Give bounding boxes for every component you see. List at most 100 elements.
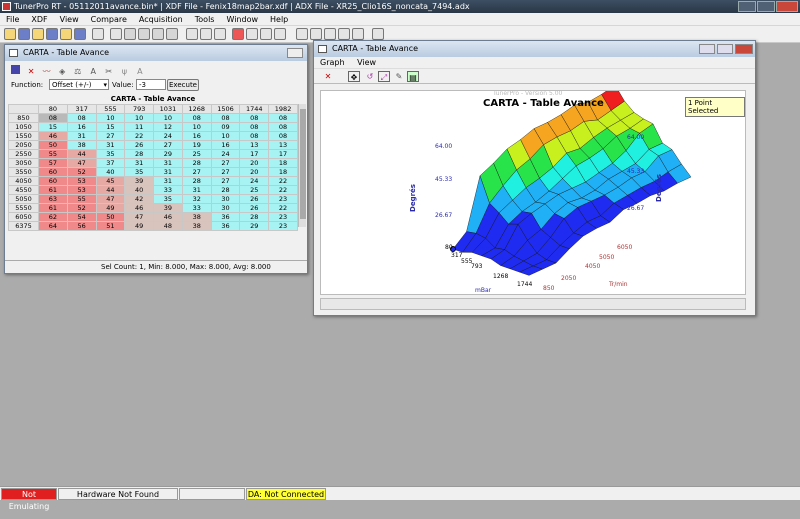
table-cell[interactable]: 52 [66,203,97,213]
zoom-icon[interactable]: ⤢ [378,71,390,82]
smooth-icon[interactable]: ψ [120,67,129,76]
table-cell[interactable]: 36 [210,221,241,231]
table-cell[interactable]: 17 [239,149,270,159]
table-cell[interactable]: 47 [95,194,126,204]
table-cell[interactable]: 55 [66,194,97,204]
table-cell[interactable]: 08 [239,113,270,123]
table-cell[interactable]: 35 [95,149,126,159]
scale-icon[interactable]: A [89,67,98,76]
table-cell[interactable]: 23 [268,194,298,204]
table-scrollbar[interactable] [298,104,306,227]
table-cell[interactable]: 49 [95,203,126,213]
table-cell[interactable]: 46 [124,203,155,213]
edit-point-icon[interactable]: ✎ [393,71,405,82]
menu-window[interactable]: Window [220,13,264,26]
menu-graph[interactable]: Graph [320,58,345,67]
menu-help[interactable]: Help [264,13,294,26]
table-cell[interactable]: 15 [38,122,68,132]
stop-icon[interactable] [324,28,336,40]
graph-2d-icon[interactable]: 〰 [42,67,51,76]
table-cell[interactable]: 35 [153,194,183,204]
menu-view[interactable]: View [54,13,85,26]
table-cell[interactable]: 24 [153,131,183,141]
table-cell[interactable]: 08 [210,113,241,123]
table-cell[interactable]: 60 [38,167,68,177]
row-header[interactable]: 6050 [8,212,39,222]
table-cell[interactable]: 31 [124,158,155,168]
table-cell[interactable]: 24 [210,149,241,159]
row-header[interactable]: 4050 [8,176,39,186]
column-header[interactable]: 793 [124,104,155,114]
nav-right-icon[interactable] [166,28,178,40]
edit-icon[interactable] [92,28,104,40]
save-icon[interactable] [18,28,30,40]
table-cell[interactable]: 31 [153,176,183,186]
table-cell[interactable]: 17 [268,149,298,159]
table-cell[interactable]: 15 [95,122,126,132]
minimize-button[interactable] [738,1,756,12]
graph-window-titlebar[interactable]: CARTA - Table Avance [314,41,755,57]
grid-toggle-icon[interactable]: ▤ [407,71,419,82]
table-cell[interactable]: 38 [181,221,212,231]
menu-acquisition[interactable]: Acquisition [133,13,189,26]
table-cell[interactable]: 25 [181,149,212,159]
forward-icon[interactable] [352,28,364,40]
menu-file[interactable]: File [0,13,25,26]
row-header[interactable]: 5550 [8,203,39,213]
swap-icon[interactable] [200,28,212,40]
table-cell[interactable]: 08 [181,113,212,123]
table-cell[interactable]: 28 [239,212,270,222]
table-cell[interactable]: 38 [66,140,97,150]
chip-icon[interactable] [246,28,258,40]
table-cell[interactable]: 26 [239,203,270,213]
table-cell[interactable]: 13 [268,140,298,150]
table-cell[interactable]: 36 [210,212,241,222]
table-cell[interactable]: 38 [181,212,212,222]
column-header[interactable]: 1031 [153,104,183,114]
table-cell[interactable]: 08 [239,122,270,132]
save-xdf-icon[interactable] [46,28,58,40]
table-cell[interactable]: 37 [95,158,126,168]
table-cell[interactable]: 28 [124,149,155,159]
table-cell[interactable]: 53 [66,176,97,186]
row-header[interactable]: 2550 [8,149,39,159]
table-cell[interactable]: 63 [38,194,68,204]
row-header[interactable]: 5050 [8,194,39,204]
table-cell[interactable]: 22 [268,203,298,213]
table-cell[interactable]: 30 [210,194,241,204]
table-cell[interactable]: 10 [95,113,126,123]
close-button[interactable] [776,1,798,12]
open-adx-icon[interactable] [60,28,72,40]
playback-slider-icon[interactable] [372,28,384,40]
table-cell[interactable]: 27 [210,176,241,186]
table-cell[interactable]: 10 [153,113,183,123]
table-cell[interactable]: 08 [268,131,298,141]
table-cell[interactable]: 29 [239,221,270,231]
table-cell[interactable]: 20 [239,158,270,168]
nav-down-icon[interactable] [138,28,150,40]
table-cell[interactable]: 10 [181,122,212,132]
row-header[interactable]: 3050 [8,158,39,168]
execute-button[interactable]: Execute [167,79,199,91]
table-cell[interactable]: 51 [95,221,126,231]
nav-left-icon[interactable] [152,28,164,40]
table-cell[interactable]: 28 [181,158,212,168]
table-cell[interactable]: 16 [181,131,212,141]
value-input[interactable]: -3 [136,79,166,90]
table-cell[interactable]: 23 [268,221,298,231]
column-header[interactable]: 555 [95,104,126,114]
table-cell[interactable]: 27 [95,131,126,141]
text-icon[interactable]: A [135,67,144,76]
table-cell[interactable]: 57 [38,158,68,168]
table-cell[interactable]: 12 [153,122,183,132]
table-cell[interactable]: 47 [124,212,155,222]
column-header[interactable]: 1268 [181,104,212,114]
menu-compare[interactable]: Compare [85,13,133,26]
table-cell[interactable]: 20 [239,167,270,177]
table-cell[interactable]: 08 [66,113,97,123]
table-cell[interactable]: 29 [153,149,183,159]
table-cell[interactable]: 48 [153,221,183,231]
table-cell[interactable]: 54 [66,212,97,222]
table-cell[interactable]: 50 [38,140,68,150]
table-cell[interactable]: 22 [268,185,298,195]
